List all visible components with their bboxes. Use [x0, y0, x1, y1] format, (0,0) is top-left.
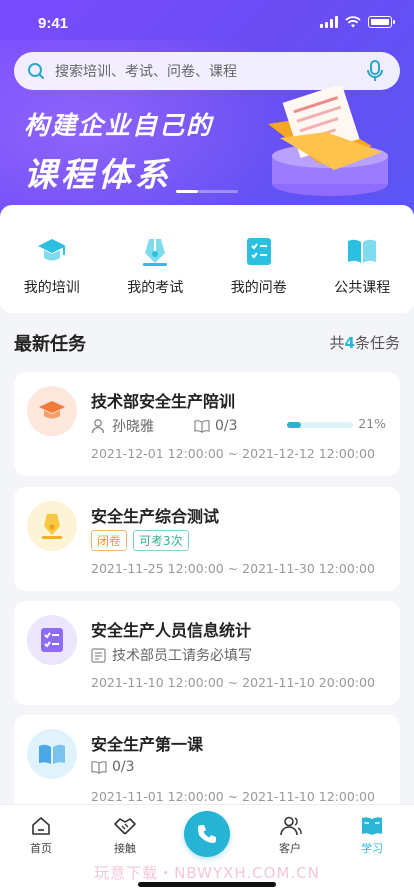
status-bar: 9:41: [0, 0, 414, 46]
note-icon: [91, 647, 106, 663]
banner-line-2: 课程体系: [24, 155, 172, 194]
banner-title: 构建企业自己的 课程体系: [24, 106, 213, 196]
tag-closed-book: 闭卷: [91, 530, 128, 551]
tab-label: 客户: [279, 842, 301, 855]
progress-text: 21%: [358, 416, 386, 431]
task-meta: 孙晓雅 0/3: [91, 416, 238, 436]
book-icon: [362, 817, 382, 835]
task-title: 技术部安全生产陪训: [91, 392, 236, 411]
pen-icon: [27, 501, 77, 551]
task-tags: 闭卷 可考3次: [91, 530, 195, 551]
task-meta: 技术部员工请务必填写: [91, 645, 252, 665]
task-card[interactable]: 安全生产综合测试 闭卷 可考3次 2021-11-25 12:00:00 ~ 2…: [14, 487, 400, 591]
task-note: 技术部员工请务必填写: [112, 648, 252, 664]
watermark: 玩意下载・NBWYXH.COM.CN: [94, 864, 320, 882]
quick-item-label: 我的问卷: [230, 280, 287, 296]
home-icon: [32, 817, 50, 835]
quick-item-label: 公共课程: [334, 280, 391, 296]
task-person: 孙晓雅: [112, 419, 154, 435]
search-input[interactable]: 搜索培训、考试、问卷、课程: [55, 61, 366, 81]
signal-icon: [320, 16, 338, 28]
search-icon: [28, 63, 44, 79]
home-indicator[interactable]: [138, 882, 276, 887]
tasks-header: 最新任务 共4条任务: [14, 330, 400, 356]
tasks-title: 最新任务: [14, 334, 86, 355]
banner-line-1: 构建企业自己的: [24, 111, 214, 140]
task-title: 安全生产综合测试: [91, 507, 220, 526]
tab-study[interactable]: 学习: [342, 815, 402, 856]
tab-contact[interactable]: 接触: [95, 815, 155, 856]
book-icon: [91, 761, 107, 774]
progress-bar: [287, 422, 353, 428]
checklist-icon: [246, 238, 271, 265]
call-button[interactable]: [184, 811, 230, 857]
task-title: 安全生产人员信息统计: [91, 621, 252, 640]
task-lessons: 0/3: [112, 759, 135, 775]
task-date: 2021-11-25 12:00:00 ~ 2021-11-30 12:00:0…: [91, 561, 375, 576]
tasks-count[interactable]: 共4条任务: [330, 332, 400, 353]
quick-item-my-training[interactable]: 我的培训: [7, 235, 97, 313]
task-card[interactable]: 技术部安全生产陪训 孙晓雅 0/3 21% 2021-12-01 12:00:0…: [14, 372, 400, 476]
carousel-indicator: [176, 190, 238, 193]
phone-icon: [198, 825, 216, 843]
tab-customers[interactable]: 客户: [260, 815, 320, 856]
task-meta: 0/3: [91, 759, 135, 775]
task-lessons: 0/3: [215, 418, 238, 434]
status-time: 9:41: [38, 15, 69, 32]
quick-item-my-survey[interactable]: 我的问卷: [214, 235, 304, 313]
quick-item-my-exam[interactable]: 我的考试: [110, 235, 200, 313]
tab-label: 首页: [30, 842, 52, 855]
user-icon: [91, 419, 105, 434]
users-icon: [280, 816, 302, 836]
open-book-icon: [348, 239, 377, 263]
handshake-icon: [114, 818, 136, 835]
task-date: 2021-11-01 12:00:00 ~ 2021-11-10 12:00:0…: [91, 789, 375, 804]
banner[interactable]: 9:41 搜索培训、考试、问卷、课程 构建企业自己的 课程体系: [0, 0, 414, 230]
graduation-cap-icon: [27, 386, 77, 436]
task-date: 2021-12-01 12:00:00 ~ 2021-12-12 12:00:0…: [91, 446, 375, 461]
graduation-cap-icon: [37, 239, 66, 261]
search-bar[interactable]: 搜索培训、考试、问卷、课程: [14, 52, 400, 90]
quick-item-label: 我的考试: [127, 280, 184, 296]
checklist-icon: [27, 615, 77, 665]
quick-item-public-course[interactable]: 公共课程: [317, 235, 407, 313]
folder-illustration: [268, 86, 388, 196]
tab-home[interactable]: 首页: [11, 815, 71, 856]
wifi-icon: [345, 16, 361, 28]
tab-label: 接触: [114, 842, 136, 855]
open-book-icon: [27, 729, 77, 779]
battery-icon: [368, 16, 395, 28]
microphone-icon[interactable]: [366, 60, 384, 82]
quick-menu: 我的培训 我的考试 我的问卷 公共课程: [0, 205, 414, 313]
quick-item-label: 我的培训: [23, 280, 80, 296]
task-title: 安全生产第一课: [91, 735, 204, 754]
task-date: 2021-11-10 12:00:00 ~ 2021-11-10 20:00:0…: [91, 675, 375, 690]
task-card[interactable]: 安全生产人员信息统计 技术部员工请务必填写 2021-11-10 12:00:0…: [14, 601, 400, 705]
tag-attempts: 可考3次: [133, 530, 189, 551]
pen-icon: [143, 239, 168, 266]
book-icon: [194, 420, 210, 433]
tab-label: 学习: [361, 842, 383, 855]
